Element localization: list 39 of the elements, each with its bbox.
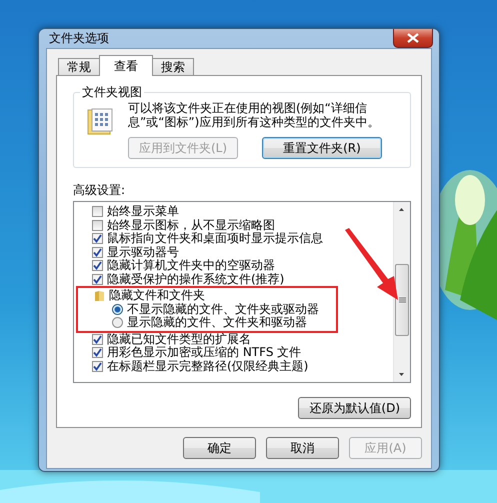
radio-button[interactable] xyxy=(112,304,123,315)
restore-defaults-button[interactable]: 还原为默认值(D) xyxy=(298,397,411,419)
group-title: 文件夹视图 xyxy=(80,84,144,101)
checkbox[interactable] xyxy=(92,260,103,272)
setting-label: 显示隐藏的文件、文件夹和驱动器 xyxy=(127,316,307,330)
setting-label: 隐藏受保护的操作系统文件(推荐) xyxy=(107,272,284,286)
checkbox[interactable] xyxy=(92,334,103,345)
tab[interactable]: 搜索 xyxy=(152,58,194,76)
scroll-thumb[interactable] xyxy=(395,264,409,336)
tab[interactable]: 常规 xyxy=(58,58,100,76)
window-title: 文件夹选项 xyxy=(48,30,109,47)
setting-label: 鼠标指向文件夹和桌面项时显示提示信息 xyxy=(107,232,323,246)
scrollbar[interactable] xyxy=(393,202,410,382)
setting-label: 在标题栏显示完整路径(仅限经典主题) xyxy=(107,360,308,373)
setting-label: 不显示隐藏的文件、文件夹或驱动器 xyxy=(127,302,319,316)
description-text: 可以将该文件夹正在使用的视图(例如“详细信息”或“图标”)应用到所有这种类型的文件夹中。 xyxy=(128,101,380,129)
dialog-button[interactable]: 确定 xyxy=(183,437,256,459)
radio-button[interactable] xyxy=(112,317,123,328)
setting-label: 始终显示图标，从不显示缩略图 xyxy=(107,218,275,232)
close-button[interactable] xyxy=(393,29,433,48)
setting-label: 隐藏已知文件类型的扩展名 xyxy=(107,332,251,346)
checkbox[interactable] xyxy=(92,274,103,285)
tab[interactable]: 查看 xyxy=(99,55,153,76)
setting-label: 隐藏计算机文件夹中的空驱动器 xyxy=(107,259,275,272)
folder-icon xyxy=(94,290,105,302)
checkbox[interactable] xyxy=(92,206,103,218)
folder-view-button[interactable]: 重置文件夹(R) xyxy=(262,137,382,159)
checkbox[interactable] xyxy=(92,233,103,244)
advanced-settings-label: 高级设置: xyxy=(73,182,126,199)
setting-label: 用彩色显示加密或压缩的 NTFS 文件 xyxy=(107,346,302,360)
setting-label: 显示驱动器号 xyxy=(107,246,179,259)
setting-label: 隐藏文件和文件夹 xyxy=(109,289,205,302)
checkbox[interactable] xyxy=(92,347,103,358)
close-icon xyxy=(407,33,419,43)
checkbox[interactable] xyxy=(92,360,103,372)
checkbox[interactable] xyxy=(92,220,103,231)
setting-label: 始终显示菜单 xyxy=(107,205,179,218)
dialog-button[interactable]: 取消 xyxy=(266,437,339,459)
checkbox[interactable] xyxy=(92,246,103,258)
